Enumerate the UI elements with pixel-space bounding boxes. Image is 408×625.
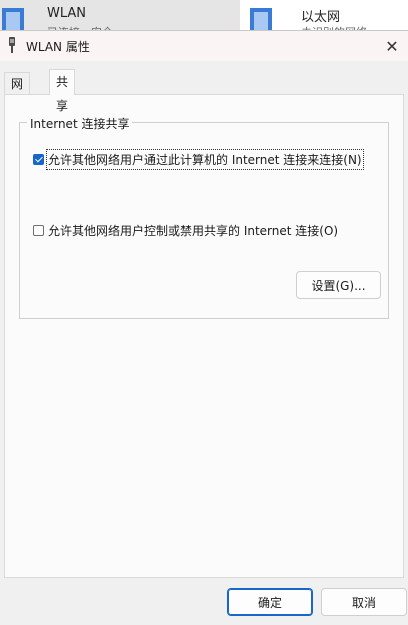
allow-share-checkbox[interactable] [33,154,44,165]
network-list-background: WLAN 已连接，安全 以太网 未识别的网络 [0,0,408,30]
title-bar: WLAN 属性 ✕ [0,31,408,61]
close-icon: ✕ [385,36,399,56]
sharing-panel: Internet 连接共享 允许其他网络用户通过此计算机的 Internet 连… [4,94,404,578]
allow-share-label: 允许其他网络用户通过此计算机的 Internet 连接来连接(N) [46,149,364,170]
network-item-ethernet[interactable]: 以太网 未识别的网络 [246,0,408,30]
close-button[interactable]: ✕ [376,31,408,61]
wlan-properties-dialog: WLAN 属性 ✕ 网络 共享 Internet 连接共享 允许其他网络用户通过… [0,30,408,625]
allow-control-label: 允许其他网络用户控制或禁用共享的 Internet 连接(O) [48,224,339,238]
allow-share-checkbox-row[interactable]: 允许其他网络用户通过此计算机的 Internet 连接来连接(N) [33,149,364,170]
ics-group-title: Internet 连接共享 [27,115,133,132]
ok-button[interactable]: 确定 [227,588,313,616]
network-item-wlan[interactable]: WLAN 已连接，安全 [0,0,240,30]
network-item-name: WLAN [47,6,87,21]
network-adapter-icon [250,8,272,30]
network-adapter-icon [9,37,15,53]
settings-button[interactable]: 设置(G)... [296,271,381,299]
cancel-button[interactable]: 取消 [321,588,407,616]
network-item-name: 以太网 [301,10,341,25]
network-adapter-icon [2,8,24,30]
dialog-title: WLAN 属性 [26,40,90,54]
allow-control-checkbox-row[interactable]: 允许其他网络用户控制或禁用共享的 Internet 连接(O) [33,222,338,239]
allow-control-checkbox[interactable] [33,225,44,236]
tab-network[interactable]: 网络 [4,72,31,113]
tab-sharing[interactable]: 共享 [49,69,76,113]
